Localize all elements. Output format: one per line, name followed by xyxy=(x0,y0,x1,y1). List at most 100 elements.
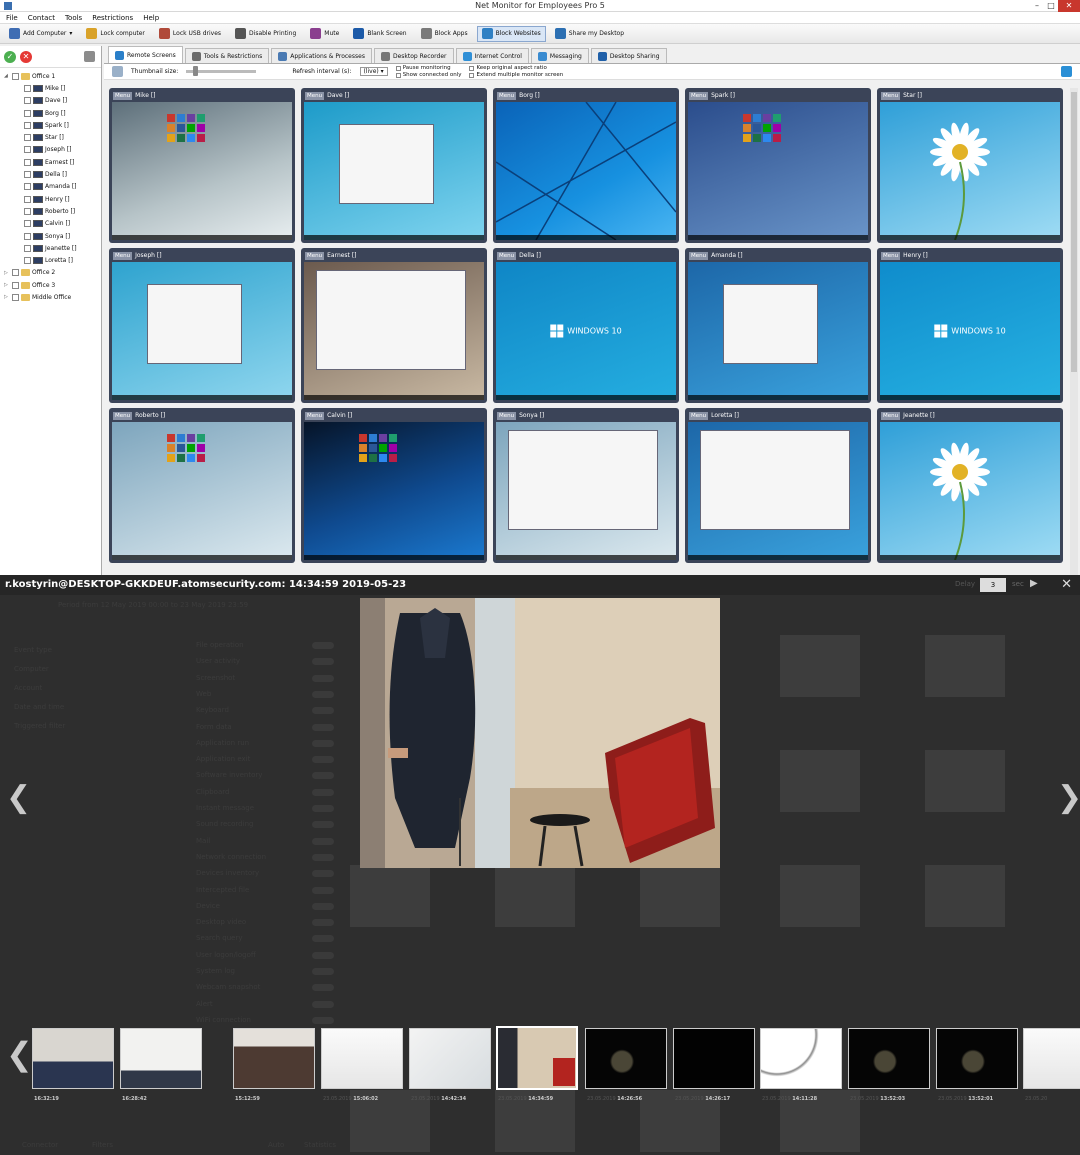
close-window-icon[interactable]: ✕ xyxy=(1058,0,1080,12)
tab-desktop-recorder[interactable]: Desktop Recorder xyxy=(373,48,454,63)
checkbox-box[interactable] xyxy=(395,72,401,78)
menu-tools[interactable]: Tools xyxy=(65,14,82,22)
tree-computer[interactable]: Earnest [] xyxy=(4,156,101,168)
screen-thumbnail[interactable]: Menu Jeanette [] xyxy=(877,408,1063,563)
tree-group[interactable]: ◢ Office 1 xyxy=(4,70,101,82)
filmstrip-thumbnail[interactable] xyxy=(848,1028,930,1089)
pause-monitoring-checkbox[interactable]: Pause monitoring xyxy=(395,65,462,71)
tree-computer[interactable]: Dave [] xyxy=(4,95,101,107)
play-icon[interactable]: ▶ xyxy=(1030,578,1038,589)
screen-thumbnail[interactable]: Menu Joseph [] xyxy=(109,248,295,403)
remote-desktop-image[interactable] xyxy=(304,262,484,400)
thumbnail-menu-button[interactable]: Menu xyxy=(881,91,901,100)
filmstrip-thumbnail[interactable] xyxy=(233,1028,315,1089)
filmstrip-thumbnail[interactable] xyxy=(1023,1028,1080,1089)
filmstrip-thumbnail[interactable] xyxy=(760,1028,842,1089)
add-computer-button[interactable]: Add Computer ▾ xyxy=(4,26,77,42)
expand-icon[interactable]: ▷ xyxy=(4,282,10,288)
tree-checkbox[interactable] xyxy=(24,171,31,179)
filmstrip-thumbnail[interactable] xyxy=(409,1028,491,1089)
screen-thumbnail[interactable]: Menu Earnest [] xyxy=(301,248,487,403)
tab-remote-screens[interactable]: Remote Screens xyxy=(108,46,183,63)
screen-thumbnail[interactable]: Menu Della [] WINDOWS 10 xyxy=(493,248,679,403)
expand-icon[interactable]: ▷ xyxy=(4,294,10,300)
remote-desktop-image[interactable] xyxy=(496,102,676,240)
block-websites-button[interactable]: Block Websites xyxy=(476,25,546,42)
tree-checkbox[interactable] xyxy=(24,146,31,154)
remote-desktop-image[interactable] xyxy=(880,422,1060,560)
refresh-interval-select[interactable]: (live) ▾ xyxy=(359,67,388,76)
screen-thumbnail[interactable]: Menu Dave [] xyxy=(301,88,487,243)
tree-computer[interactable]: Calvin [] xyxy=(4,218,101,230)
connect-all-icon[interactable]: ✓ xyxy=(4,50,16,63)
tree-computer[interactable]: Sonya [] xyxy=(4,230,101,242)
tree-computer[interactable]: Mike [] xyxy=(4,82,101,94)
screen-thumbnail[interactable]: Menu Amanda [] xyxy=(685,248,871,403)
remote-desktop-image[interactable] xyxy=(112,262,292,400)
remote-desktop-image[interactable]: WINDOWS 10 xyxy=(496,262,676,400)
thumbnail-menu-button[interactable]: Menu xyxy=(497,91,517,100)
remote-desktop-image[interactable] xyxy=(304,102,484,240)
chevron-down-icon[interactable]: ▾ xyxy=(69,30,72,37)
scrollbar-thumb[interactable] xyxy=(1071,92,1077,372)
delay-input[interactable]: 3 xyxy=(980,578,1006,592)
tree-checkbox[interactable] xyxy=(12,281,19,289)
tree-checkbox[interactable] xyxy=(12,293,19,301)
thumbnail-menu-button[interactable]: Menu xyxy=(881,251,901,260)
remote-desktop-image[interactable] xyxy=(688,102,868,240)
remote-desktop-image[interactable] xyxy=(880,102,1060,240)
thumbnail-menu-button[interactable]: Menu xyxy=(113,91,133,100)
tree-computer[interactable]: Star [] xyxy=(4,131,101,143)
disconnect-all-icon[interactable]: ✕ xyxy=(20,50,32,63)
checkbox-box[interactable] xyxy=(395,65,401,71)
tree-computer[interactable]: Loretta [] xyxy=(4,254,101,266)
tree-checkbox[interactable] xyxy=(24,207,31,215)
tree-group[interactable]: ▷ Office 3 xyxy=(4,279,101,291)
maximize-icon[interactable]: □ xyxy=(1044,0,1058,12)
tree-checkbox[interactable] xyxy=(24,183,31,191)
tab-desktop-sharing[interactable]: Desktop Sharing xyxy=(590,48,667,63)
checkbox-box[interactable] xyxy=(469,72,475,78)
menu-file[interactable]: File xyxy=(6,14,18,22)
expand-icon[interactable]: ▷ xyxy=(4,270,10,276)
thumbnail-menu-button[interactable]: Menu xyxy=(689,251,709,260)
share-my-desktop-button[interactable]: Share my Desktop xyxy=(550,26,629,42)
tree-checkbox[interactable] xyxy=(24,257,31,265)
screen-thumbnail[interactable]: Menu Borg [] xyxy=(493,88,679,243)
thumbnail-menu-button[interactable]: Menu xyxy=(497,251,517,260)
remote-desktop-image[interactable] xyxy=(496,422,676,560)
screen-thumbnail[interactable]: Menu Mike [] xyxy=(109,88,295,243)
close-viewer-icon[interactable]: ✕ xyxy=(1061,577,1072,592)
filmstrip-thumbnail[interactable] xyxy=(120,1028,202,1089)
keep-original-aspect-ratio-checkbox[interactable]: Keep original aspect ratio xyxy=(469,65,563,71)
mute-button[interactable]: Mute xyxy=(305,26,344,42)
tree-settings-icon[interactable] xyxy=(84,51,95,62)
screen-thumbnail[interactable]: Menu Calvin [] xyxy=(301,408,487,563)
tree-checkbox[interactable] xyxy=(24,97,31,105)
tree-computer[interactable]: Della [] xyxy=(4,168,101,180)
menu-help[interactable]: Help xyxy=(143,14,159,22)
filmstrip-thumbnail[interactable] xyxy=(321,1028,403,1089)
screen-thumbnail[interactable]: Menu Loretta [] xyxy=(685,408,871,563)
block-apps-button[interactable]: Block Apps xyxy=(416,26,473,42)
disable-printing-button[interactable]: Disable Printing xyxy=(230,26,301,42)
tab-tools-restrictions[interactable]: Tools & Restrictions xyxy=(184,48,270,63)
lock-usb-drives-button[interactable]: Lock USB drives xyxy=(154,26,226,42)
tree-checkbox[interactable] xyxy=(24,121,31,129)
thumbnail-menu-button[interactable]: Menu xyxy=(113,411,133,420)
filmstrip-thumbnail[interactable] xyxy=(585,1028,667,1089)
thumbnail-menu-button[interactable]: Menu xyxy=(113,251,133,260)
show-connected-only-checkbox[interactable]: Show connected only xyxy=(395,72,461,78)
thumbnail-size-slider[interactable] xyxy=(186,66,257,76)
blank-screen-button[interactable]: Blank Screen xyxy=(348,26,411,42)
filmstrip-thumbnail[interactable] xyxy=(496,1026,578,1090)
tree-group[interactable]: ▷ Middle Office xyxy=(4,291,101,303)
tree-computer[interactable]: Borg [] xyxy=(4,107,101,119)
tree-computer[interactable]: Henry [] xyxy=(4,193,101,205)
thumbnail-menu-button[interactable]: Menu xyxy=(305,411,325,420)
screen-thumbnail[interactable]: Menu Sonya [] xyxy=(493,408,679,563)
screen-thumbnail[interactable]: Menu Spark [] xyxy=(685,88,871,243)
remote-desktop-image[interactable] xyxy=(304,422,484,560)
tab-applications-processes[interactable]: Applications & Processes xyxy=(271,48,372,63)
thumbnail-menu-button[interactable]: Menu xyxy=(305,251,325,260)
